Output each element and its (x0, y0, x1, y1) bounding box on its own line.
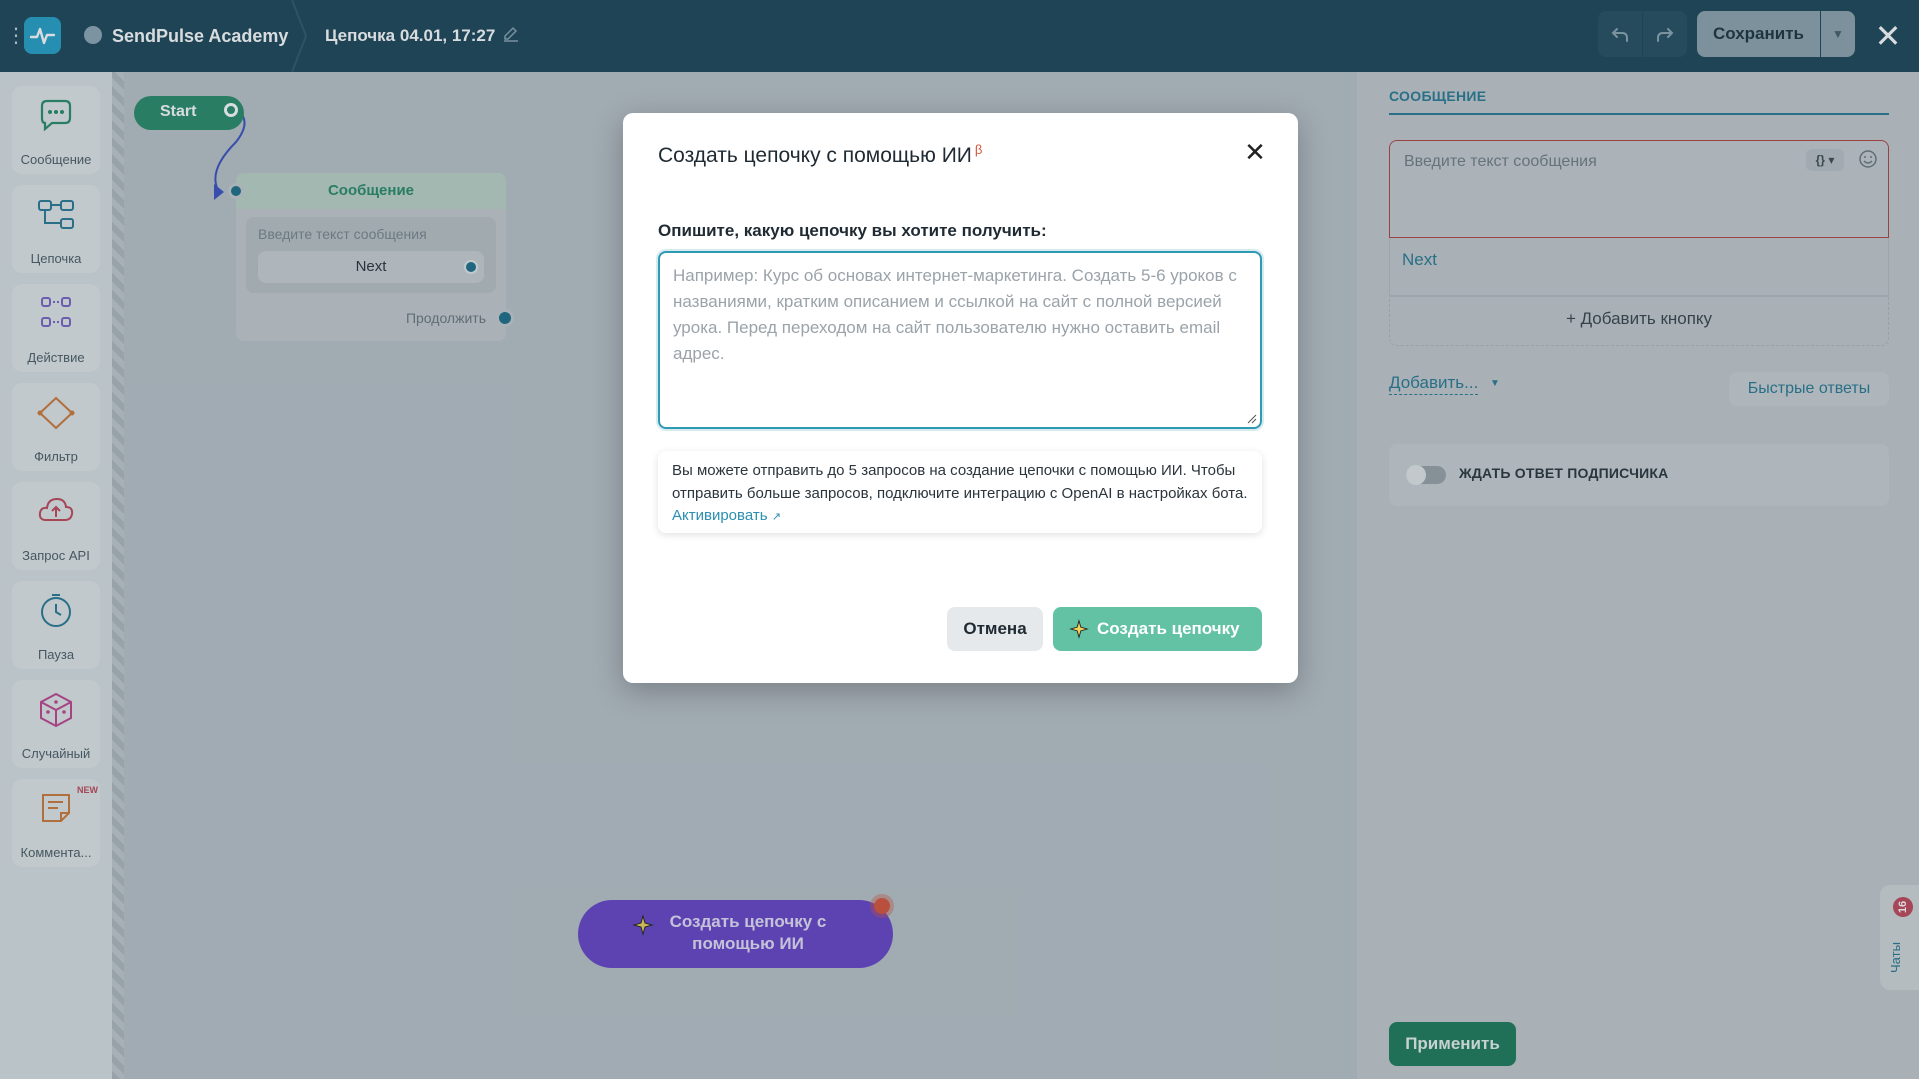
prompt-label: Опишите, какую цепочку вы хотите получит… (658, 221, 1047, 240)
dialog-title: Создать цепочку с помощью ИИ β (658, 142, 982, 168)
variables-braces-icon: {} (1815, 153, 1825, 167)
message-node-continue-label: Продолжить (405, 310, 486, 326)
activate-link-label: Активировать (672, 507, 768, 524)
emoji-icon[interactable] (1858, 149, 1878, 169)
cancel-button[interactable]: Отмена (947, 607, 1043, 651)
filter-icon (37, 396, 75, 430)
create-chain-ai-dialog: Создать цепочку с помощью ИИ β ✕ Опишите,… (623, 113, 1298, 683)
dialog-title-text: Создать цепочку с помощью ИИ (658, 144, 972, 167)
request-limit-text: Вы можете отправить до 5 запросов на соз… (672, 462, 1248, 502)
action-icon (41, 297, 71, 327)
tool-pause[interactable]: Пауза (12, 581, 100, 669)
tool-api-request[interactable]: Запрос API (12, 482, 100, 570)
tool-label: Пауза (37, 647, 75, 662)
notification-dot (874, 898, 890, 914)
chats-count-badge: 16 (1893, 897, 1913, 917)
chain-description-placeholder: Например: Курс об основах интернет-марке… (673, 266, 1237, 363)
comment-icon (42, 794, 70, 822)
add-more-dropdown[interactable]: Добавить... (1389, 373, 1479, 395)
start-label: Start (160, 103, 197, 120)
resize-handle-icon[interactable] (1247, 414, 1257, 424)
panel-title-underline (1389, 113, 1889, 115)
message-text-placeholder: Введите текст сообщения (1404, 153, 1597, 170)
tool-label: Коммента... (20, 845, 92, 860)
tool-panel: Сообщение Цепочка Действие Фильтр Запрос… (0, 72, 112, 1079)
message-node-placeholder: Введите текст сообщения (258, 226, 427, 242)
quick-replies-button[interactable]: Быстрые ответы (1729, 372, 1889, 406)
cloud-api-icon (38, 497, 74, 521)
message-text-field[interactable]: Введите текст сообщения {} ▾ (1389, 140, 1889, 238)
create-chain-label: Создать цепочку (1097, 619, 1240, 638)
start-node[interactable]: Start (134, 96, 244, 130)
edit-pencil-icon[interactable] (502, 25, 520, 43)
message-node-button-port[interactable] (464, 260, 478, 274)
apply-button[interactable]: Применить (1389, 1022, 1516, 1066)
messenger-icon (84, 26, 102, 44)
chats-label: Чаты (1888, 942, 1903, 973)
tool-action[interactable]: Действие (12, 284, 100, 372)
message-node[interactable]: Сообщение Введите текст сообщения Next П… (228, 173, 514, 341)
project-name[interactable]: SendPulse Academy (112, 24, 288, 48)
panel-section-title: СООБЩЕНИЕ (1389, 88, 1487, 104)
chain-icon (38, 200, 74, 229)
new-badge: NEW (77, 785, 98, 795)
flow-title: Цепочка 04.01, 17:27 (325, 26, 496, 45)
undo-icon (1611, 28, 1628, 42)
message-node-continue-port[interactable] (496, 309, 514, 327)
wait-reply-setting: ЖДАТЬ ОТВЕТ ПОДПИСЧИКА (1389, 444, 1889, 506)
message-bubble-icon (40, 99, 72, 132)
save-options-chevron-icon[interactable]: ▼ (1821, 11, 1855, 57)
chevron-down-icon[interactable]: ▼ (1490, 378, 1500, 389)
undo-button[interactable] (1598, 11, 1642, 57)
tool-label: Фильтр (34, 449, 78, 464)
message-node-button[interactable]: Next (258, 251, 484, 283)
external-link-icon: ↗ (771, 511, 781, 523)
tool-random[interactable]: Случайный (12, 680, 100, 768)
tool-label: Сообщение (20, 152, 92, 167)
wait-reply-label: ЖДАТЬ ОТВЕТ ПОДПИСЧИКА (1459, 465, 1669, 481)
message-node-button-label: Next (355, 258, 387, 275)
message-node-title: Сообщение (236, 173, 506, 209)
tool-label: Запрос API (22, 548, 90, 563)
redo-button[interactable] (1643, 11, 1687, 57)
close-editor-icon[interactable]: ✕ (1870, 18, 1906, 54)
more-menu-icon[interactable]: ⋮ (6, 24, 26, 48)
tool-comment[interactable]: NEW Коммента... (12, 779, 100, 867)
sendpulse-logo[interactable] (24, 17, 61, 54)
message-node-body: Введите текст сообщения Next (246, 217, 496, 293)
wait-reply-toggle[interactable] (1406, 465, 1446, 485)
message-button-row[interactable]: Next (1389, 238, 1889, 296)
variables-dropdown[interactable]: {} ▾ (1806, 149, 1844, 171)
breadcrumb-separator (291, 0, 308, 72)
activate-openai-link[interactable]: Активировать ↗ (672, 507, 781, 524)
create-chain-ai-button[interactable]: Создать цепочку с помощью ИИ (578, 900, 893, 968)
redo-icon (1657, 28, 1674, 42)
tool-filter[interactable]: Фильтр (12, 383, 100, 471)
start-output-port[interactable] (224, 103, 238, 117)
tool-label: Действие (27, 350, 85, 365)
tool-message[interactable]: Сообщение (12, 86, 100, 174)
chain-description-input[interactable]: Например: Курс об основах интернет-марке… (658, 251, 1262, 429)
beta-badge: β (974, 142, 983, 157)
message-node-input-port[interactable] (228, 183, 244, 199)
close-dialog-icon[interactable]: ✕ (1240, 137, 1270, 167)
add-button-button[interactable]: + Добавить кнопку (1389, 296, 1889, 346)
create-chain-ai-label: Создать цепочку с помощью ИИ (669, 912, 827, 953)
request-limit-notice: Вы можете отправить до 5 запросов на соз… (658, 451, 1262, 533)
tool-chain[interactable]: Цепочка (12, 185, 100, 273)
toggle-knob (1406, 465, 1426, 485)
message-button-label[interactable]: Next (1402, 250, 1437, 270)
tool-label: Случайный (21, 746, 91, 761)
create-chain-button[interactable]: Создать цепочку (1053, 607, 1262, 651)
tool-label: Цепочка (30, 251, 82, 266)
save-button[interactable]: Сохранить (1697, 11, 1820, 57)
canvas-edge-stripe (112, 72, 124, 1079)
sparkle-icon (1069, 619, 1089, 639)
clock-icon (41, 594, 71, 627)
dice-icon (40, 692, 72, 728)
chats-side-tab[interactable]: 16 Чаты (1880, 885, 1919, 990)
